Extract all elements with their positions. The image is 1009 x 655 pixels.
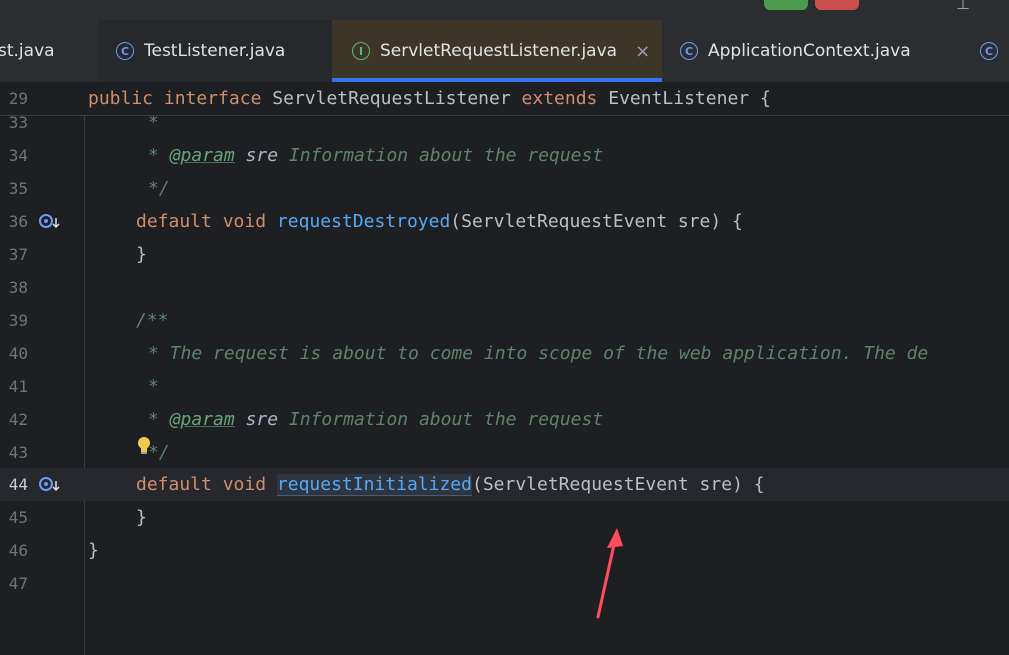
line-number: 40 bbox=[8, 344, 28, 363]
tab-servletrequestlistener[interactable]: I ServletRequestListener.java × bbox=[332, 20, 662, 82]
class-icon: C bbox=[680, 42, 698, 60]
code-text: /** bbox=[136, 310, 169, 331]
code-line[interactable]: 35 */ bbox=[0, 172, 1009, 205]
interface-icon: I bbox=[352, 42, 370, 60]
close-tab-icon[interactable]: × bbox=[635, 41, 650, 62]
doc-star: * bbox=[148, 409, 159, 430]
keyword: interface bbox=[163, 88, 262, 109]
code-text: } bbox=[136, 507, 147, 528]
line-number: 39 bbox=[8, 311, 28, 330]
method-args: (ServletRequestEvent sre) { bbox=[471, 474, 765, 495]
doc-star: * bbox=[148, 145, 159, 166]
code-text: } bbox=[88, 540, 99, 561]
code-text: default void requestDestroyed(ServletReq… bbox=[136, 205, 743, 238]
lightbulb-icon[interactable] bbox=[136, 436, 152, 456]
line-number: 29 bbox=[8, 89, 28, 108]
code-line[interactable]: 36 default void requestDestroyed(Servlet… bbox=[0, 205, 1009, 238]
doc-description: Information about the request bbox=[288, 145, 604, 166]
implementation-gutter-icon[interactable] bbox=[38, 205, 64, 238]
line-number: 37 bbox=[8, 245, 28, 264]
code-line[interactable]: 34 * @param sre Information about the re… bbox=[0, 139, 1009, 172]
tab-label: ServletRequestListener.java bbox=[380, 41, 618, 61]
line-number: 46 bbox=[8, 541, 28, 560]
sticky-header-line[interactable]: 29 public interface ServletRequestListen… bbox=[0, 82, 1009, 116]
doc-tag: @param bbox=[169, 145, 235, 166]
code-line[interactable]: 45 } bbox=[0, 501, 1009, 534]
code-text: */ bbox=[148, 178, 170, 199]
code-text: * @param sre Information about the reque… bbox=[148, 403, 603, 436]
line-number: 43 bbox=[8, 443, 28, 462]
parent-interface: EventListener bbox=[608, 88, 750, 109]
annotation-arrow-icon bbox=[590, 520, 630, 624]
line-number: 36 bbox=[8, 212, 28, 231]
method-name: requestDestroyed bbox=[276, 211, 451, 232]
code-text: } bbox=[136, 244, 147, 265]
code-line[interactable]: 38 bbox=[0, 271, 1009, 304]
doc-param: sre bbox=[245, 145, 279, 166]
doc-description: Information about the request bbox=[288, 409, 604, 430]
keyword: extends bbox=[521, 88, 598, 109]
line-number: 42 bbox=[8, 410, 28, 429]
code-line[interactable]: 47 bbox=[0, 567, 1009, 600]
toolbar-glyph: ⊥ bbox=[956, 0, 970, 13]
code-text: * bbox=[148, 376, 159, 397]
tab-test-java[interactable]: st.java bbox=[0, 20, 98, 82]
method-args: (ServletRequestEvent sre) { bbox=[450, 211, 743, 232]
line-number: 47 bbox=[8, 574, 28, 593]
line-number: 34 bbox=[8, 146, 28, 165]
run-button[interactable] bbox=[764, 0, 808, 10]
keyword: public bbox=[88, 88, 154, 109]
line-number: 44 bbox=[8, 475, 28, 494]
code-text: * @param sre Information about the reque… bbox=[148, 139, 603, 172]
line-number: 38 bbox=[8, 278, 28, 297]
doc-param: sre bbox=[245, 409, 279, 430]
code-text: * The request is about to come into scop… bbox=[148, 343, 929, 364]
keyword: void bbox=[222, 211, 267, 232]
code-line[interactable]: 37 } bbox=[0, 238, 1009, 271]
brace: { bbox=[759, 88, 771, 109]
stop-button[interactable] bbox=[815, 0, 859, 10]
interface-name: ServletRequestListener bbox=[272, 88, 511, 109]
tab-testlistener[interactable]: C TestListener.java bbox=[98, 20, 332, 82]
code-line[interactable]: 39 /** bbox=[0, 304, 1009, 337]
line-number: 45 bbox=[8, 508, 28, 527]
code-text: public interface ServletRequestListener … bbox=[88, 82, 771, 115]
tab-label: TestListener.java bbox=[144, 41, 286, 61]
implementation-gutter-icon[interactable] bbox=[38, 468, 64, 501]
line-number: 41 bbox=[8, 377, 28, 396]
class-icon: C bbox=[980, 42, 998, 60]
tab-label: ApplicationContext.java bbox=[708, 41, 911, 61]
code-line[interactable]: 42 * @param sre Information about the re… bbox=[0, 403, 1009, 436]
doc-tag: @param bbox=[169, 409, 235, 430]
code-line[interactable]: 41 * bbox=[0, 370, 1009, 403]
line-number: 35 bbox=[8, 179, 28, 198]
code-line[interactable]: 40 * The request is about to come into s… bbox=[0, 337, 1009, 370]
keyword: void bbox=[222, 474, 267, 495]
tab-applicationcontext[interactable]: C ApplicationContext.java bbox=[662, 20, 962, 82]
method-name-highlighted[interactable]: requestInitialized bbox=[276, 474, 472, 496]
code-text: default void requestInitialized(ServletR… bbox=[136, 468, 765, 501]
tab-overflow[interactable]: C bbox=[962, 20, 1009, 82]
editor-tab-bar: st.java C TestListener.java I ServletReq… bbox=[0, 20, 1009, 83]
class-icon: C bbox=[116, 42, 134, 60]
keyword: default bbox=[136, 211, 212, 232]
keyword: default bbox=[136, 474, 212, 495]
code-line[interactable]: 46 } bbox=[0, 534, 1009, 567]
code-line-current[interactable]: 44 default void requestInitialized(Servl… bbox=[0, 468, 1009, 501]
tab-label: st.java bbox=[0, 41, 55, 61]
